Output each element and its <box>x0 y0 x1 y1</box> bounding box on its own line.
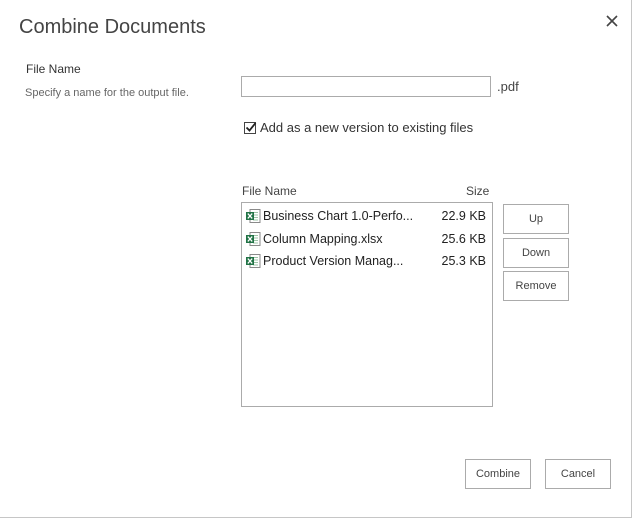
checkmark-icon <box>245 121 257 132</box>
file-name: Column Mapping.xlsx <box>263 232 383 246</box>
new-version-label: Add as a new version to existing files <box>260 120 474 135</box>
up-button[interactable]: Up <box>503 204 569 234</box>
combine-button[interactable]: Combine <box>465 459 531 489</box>
combine-documents-dialog: Combine Documents File Name Specify a na… <box>0 0 632 518</box>
file-name-label: File Name <box>26 62 81 76</box>
file-extension-label: .pdf <box>497 79 519 94</box>
file-size: 22.9 KB <box>441 209 486 223</box>
remove-button[interactable]: Remove <box>503 271 569 301</box>
file-name-description: Specify a name for the output file. <box>25 87 189 99</box>
new-version-option[interactable]: Add as a new version to existing files <box>244 120 473 135</box>
close-icon[interactable] <box>603 12 621 30</box>
excel-file-icon <box>245 208 261 224</box>
file-size: 25.3 KB <box>441 254 486 268</box>
column-header-size: Size <box>466 184 490 198</box>
excel-file-icon <box>245 231 261 247</box>
file-name: Business Chart 1.0-Perfo... <box>263 209 414 223</box>
file-name: Product Version Manag... <box>263 254 404 268</box>
dialog-title: Combine Documents <box>19 16 206 38</box>
down-button[interactable]: Down <box>503 238 569 268</box>
file-size: 25.6 KB <box>441 232 486 246</box>
new-version-checkbox[interactable] <box>244 121 257 134</box>
file-list-item[interactable]: Business Chart 1.0-Perfo... 22.9 KB <box>245 206 489 226</box>
cancel-button[interactable]: Cancel <box>545 459 611 489</box>
excel-file-icon <box>245 253 261 269</box>
column-header-file-name: File Name <box>242 184 297 198</box>
file-list-item[interactable]: Product Version Manag... 25.3 KB <box>245 251 489 271</box>
file-list[interactable]: Business Chart 1.0-Perfo... 22.9 KB Colu… <box>241 202 493 407</box>
file-list-item[interactable]: Column Mapping.xlsx 25.6 KB <box>245 229 489 249</box>
file-name-input[interactable] <box>241 76 491 97</box>
